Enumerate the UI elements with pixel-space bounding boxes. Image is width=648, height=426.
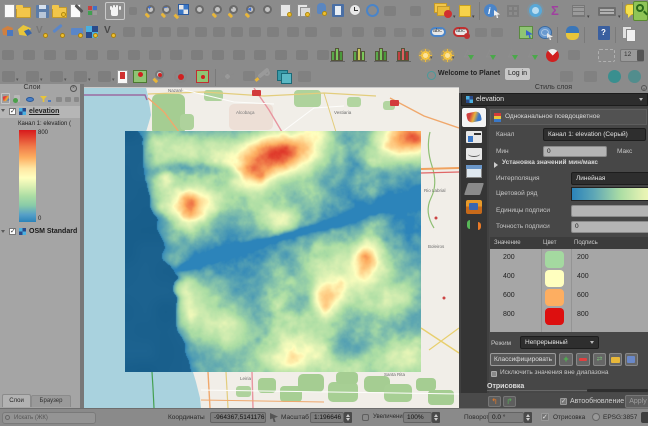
svg-text:Alcobaça: Alcobaça — [236, 110, 255, 115]
svg-text:Leiria: Leiria — [240, 376, 252, 381]
svg-text:Santa Rita: Santa Rita — [384, 372, 406, 377]
svg-text:Vestiaria: Vestiaria — [334, 110, 352, 115]
svg-text:Nazaré: Nazaré — [168, 88, 183, 93]
svg-text:Rio Labrial: Rio Labrial — [424, 188, 446, 193]
svg-text:Boleiros: Boleiros — [428, 244, 445, 249]
